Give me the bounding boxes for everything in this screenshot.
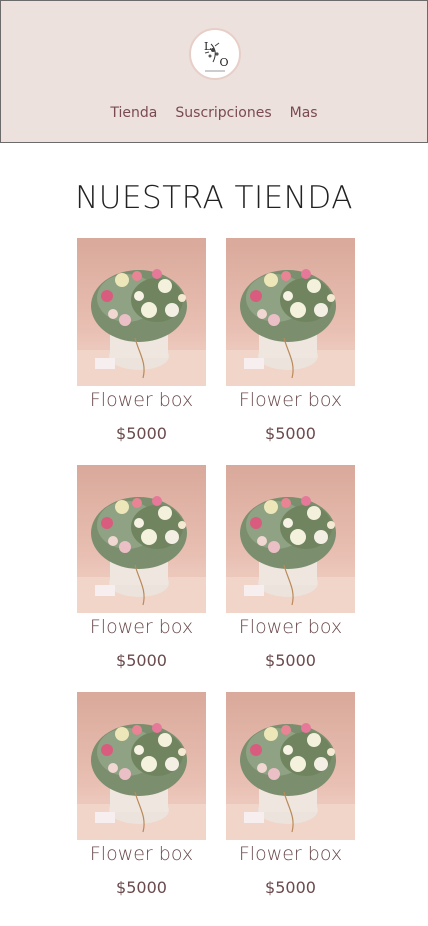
product-image[interactable]	[226, 465, 355, 613]
product-name[interactable]: Flower box	[216, 389, 365, 411]
product-card[interactable]: Flower box $5000	[226, 692, 355, 919]
product-name[interactable]: Flower box	[216, 843, 365, 865]
product-card[interactable]: Flower box $5000	[77, 238, 206, 465]
product-price: $5000	[265, 424, 316, 443]
brand-logo[interactable]: L O	[189, 28, 241, 80]
svg-text:O: O	[219, 56, 228, 69]
page-title: NUESTRA TIENDA	[75, 180, 353, 216]
product-image[interactable]	[226, 238, 355, 386]
product-price: $5000	[116, 424, 167, 443]
nav-item-suscripciones[interactable]: Suscripciones	[175, 105, 271, 121]
nav-item-mas[interactable]: Mas	[290, 105, 318, 121]
product-card[interactable]: Flower box $5000	[77, 465, 206, 692]
site-header: L O Tienda Suscripciones Mas	[0, 0, 428, 143]
nav-item-tienda[interactable]: Tienda	[110, 105, 157, 121]
product-price: $5000	[265, 878, 316, 897]
product-card[interactable]: Flower box $5000	[226, 238, 355, 465]
svg-text:L: L	[204, 40, 212, 53]
product-price: $5000	[116, 878, 167, 897]
product-price: $5000	[265, 651, 316, 670]
main-nav: Tienda Suscripciones Mas	[1, 105, 427, 121]
product-image[interactable]	[226, 692, 355, 840]
product-name[interactable]: Flower box	[67, 616, 216, 638]
product-card[interactable]: Flower box $5000	[226, 465, 355, 692]
product-image[interactable]	[77, 465, 206, 613]
product-card[interactable]: Flower box $5000	[77, 692, 206, 919]
product-name[interactable]: Flower box	[67, 843, 216, 865]
product-grid: Flower box $5000 Flower box $5000 Flower…	[77, 238, 357, 919]
product-image[interactable]	[77, 238, 206, 386]
product-name[interactable]: Flower box	[216, 616, 365, 638]
product-image[interactable]	[77, 692, 206, 840]
product-name[interactable]: Flower box	[67, 389, 216, 411]
product-price: $5000	[116, 651, 167, 670]
